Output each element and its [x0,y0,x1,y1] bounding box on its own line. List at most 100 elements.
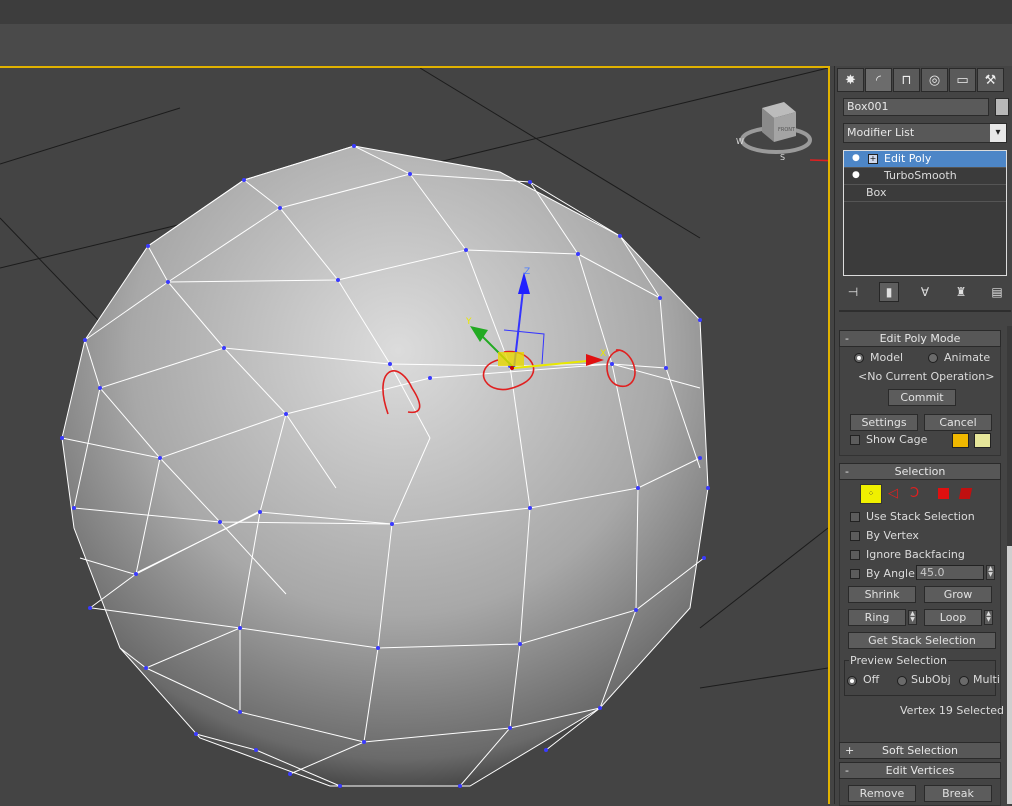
cancel-button[interactable]: Cancel [924,414,992,431]
collapse-minus-icon: - [845,465,849,478]
ring-spinner[interactable]: ▲ ▼ [908,610,917,625]
viewport-canvas[interactable]: Z Y X FRONT W S [0,68,828,804]
edit-poly-mode-header[interactable]: - Edit Poly Mode [839,330,1001,347]
rollout-title: Edit Poly Mode [879,332,961,345]
polygon-mode-icon[interactable] [938,488,949,499]
stack-item-label: Edit Poly [884,152,932,165]
sphere-surface [61,145,709,787]
by-angle-input[interactable]: 45.0 [916,565,984,580]
compass-west-label: W [736,137,744,146]
stack-tools: ⊣ ▮ ∀ ♜ ▤ [843,280,1007,304]
edge-mode-icon[interactable]: ◁ [888,486,906,502]
motion-tab-icon[interactable]: ◎ [921,68,948,92]
model-radio[interactable] [854,353,864,363]
modifier-list-dropdown[interactable]: Modifier List ▾ [843,123,1007,143]
selection-status-text: Vertex 19 Selected [900,704,1005,717]
show-cage-label: Show Cage [866,433,928,446]
settings-button[interactable]: Settings [850,414,918,431]
selection-header[interactable]: - Selection [839,463,1001,480]
menu-bar [0,0,1012,25]
modify-tab-icon[interactable]: ◜ [865,68,892,92]
panel-scrollbar[interactable] [1007,326,1012,804]
pin-stack-icon[interactable]: ⊣ [843,282,863,302]
panel-scrollbar-thumb[interactable] [1007,546,1012,804]
shrink-button[interactable]: Shrink [848,586,916,603]
command-panel-tabs: ✸ ◜ ⊓ ◎ ▭ ⚒ [837,68,1004,92]
rollout-title: Soft Selection [882,744,958,757]
model-label: Model [870,351,904,364]
collapse-minus-icon: - [845,764,849,777]
chevron-down-icon[interactable]: ▾ [990,124,1006,142]
use-stack-selection-label: Use Stack Selection [866,510,975,523]
stack-item-label: TurboSmooth [884,169,957,182]
utilities-tab-icon[interactable]: ⚒ [977,68,1004,92]
use-stack-selection-checkbox[interactable] [850,512,860,522]
preview-off-label: Off [863,673,880,686]
show-end-result-icon[interactable]: ▮ [879,282,899,302]
modifier-stack[interactable]: ● + Edit Poly ● TurboSmooth Box [843,150,1007,276]
by-vertex-checkbox[interactable] [850,531,860,541]
perspective-viewport[interactable]: Z Y X FRONT W S [0,66,830,804]
edit-vertices-body: Remove Break [839,779,1001,806]
rollout-title: Edit Vertices [885,764,955,777]
stack-item-box[interactable]: Box [844,185,1006,202]
compass-south-label: S [780,153,785,162]
soft-selection-header[interactable]: + Soft Selection [839,742,1001,759]
edit-vertices-header[interactable]: - Edit Vertices [839,762,1001,779]
remove-modifier-icon[interactable]: ♜ [951,282,971,302]
object-color-swatch[interactable] [995,98,1009,116]
by-angle-checkbox[interactable] [850,569,860,579]
animate-radio[interactable] [928,353,938,363]
ignore-backfacing-label: Ignore Backfacing [866,548,965,561]
grow-button[interactable]: Grow [924,586,992,603]
ignore-backfacing-checkbox[interactable] [850,550,860,560]
lightbulb-icon[interactable]: ● [852,153,861,164]
panel-divider [839,310,1011,312]
animate-label: Animate [944,351,991,364]
edit-poly-mode-body: Model Animate <No Current Operation> Com… [839,347,1001,456]
preview-off-radio[interactable] [847,676,857,686]
border-mode-icon[interactable]: Ɔ [910,486,928,502]
hierarchy-tab-icon[interactable]: ⊓ [893,68,920,92]
ring-button[interactable]: Ring [848,609,906,626]
object-name-field[interactable]: Box001 [843,98,989,116]
stack-item-edit-poly[interactable]: ● + Edit Poly [844,151,1006,168]
commit-button[interactable]: Commit [888,389,956,406]
element-mode-icon[interactable] [958,488,973,499]
expand-plus-icon[interactable]: + [868,154,878,164]
create-tab-icon[interactable]: ✸ [837,68,864,92]
viewcube[interactable]: FRONT W S [736,102,812,162]
by-angle-spinner[interactable]: ▲ ▼ [986,565,995,580]
current-operation-text: <No Current Operation> [858,370,995,383]
stack-item-label: Box [866,186,887,199]
vertex-mode-icon[interactable]: ⁘ [860,484,882,504]
lightbulb-icon[interactable]: ● [852,170,861,181]
remove-button[interactable]: Remove [848,785,916,802]
cage-selected-color-swatch[interactable] [974,433,991,448]
viewcube-front-label: FRONT [778,127,796,133]
soft-selection-rollout: + Soft Selection [839,742,1001,759]
get-stack-selection-button[interactable]: Get Stack Selection [848,632,996,649]
preview-subobj-radio[interactable] [897,676,907,686]
loop-spinner[interactable]: ▲ ▼ [984,610,993,625]
cage-color-swatch[interactable] [952,433,969,448]
preview-multi-label: Multi [973,673,1000,686]
preview-selection-title: Preview Selection [849,654,949,667]
break-button[interactable]: Break [924,785,992,802]
selection-body: ⁘ ◁ Ɔ Use Stack Selection By Vertex Igno… [839,480,1005,749]
expand-plus-icon: + [845,744,855,757]
show-cage-checkbox[interactable] [850,435,860,445]
make-unique-icon[interactable]: ∀ [915,282,935,302]
configure-sets-icon[interactable]: ▤ [987,282,1007,302]
loop-button[interactable]: Loop [924,609,982,626]
command-panel: ✸ ◜ ⊓ ◎ ▭ ⚒ Box001 Modifier List ▾ ● + E… [834,66,1012,806]
display-tab-icon[interactable]: ▭ [949,68,976,92]
selection-rollout: - Selection ⁘ ◁ Ɔ Use Stack Selection By… [839,463,1005,749]
stack-item-turbosmooth[interactable]: ● TurboSmooth [844,168,1006,185]
preview-multi-radio[interactable] [959,676,969,686]
gizmo-y-label: Y [465,317,472,327]
preview-subobj-label: SubObj [911,673,951,686]
gizmo-z-label: Z [524,267,530,277]
edit-vertices-rollout: - Edit Vertices Remove Break [839,762,1001,806]
modifier-list-label: Modifier List [847,126,915,139]
